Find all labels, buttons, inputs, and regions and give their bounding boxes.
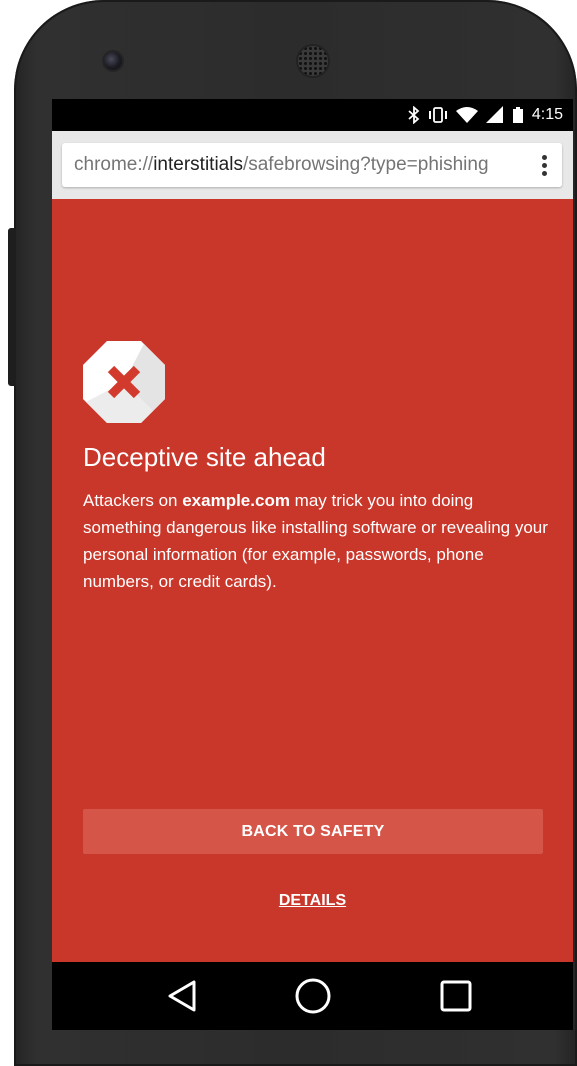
phone-screen: 4:15 chrome://interstitials/safebrowsing… (52, 99, 573, 1030)
status-time: 4:15 (531, 106, 563, 123)
details-link[interactable]: DETAILS (52, 892, 573, 910)
navigation-bar (52, 962, 573, 1030)
warning-domain: example.com (182, 491, 290, 510)
bluetooth-icon (408, 106, 420, 124)
signal-icon (485, 106, 504, 124)
vibrate-icon (428, 106, 448, 124)
warning-text-prefix: Attackers on (83, 491, 183, 510)
url-path: /safebrowsing?type=phishing (242, 154, 489, 175)
front-camera (104, 52, 122, 70)
url-host: interstitials (153, 154, 243, 175)
toolbar: chrome://interstitials/safebrowsing?type… (52, 131, 573, 199)
side-volume-button (8, 228, 16, 386)
warning-message: Attackers on example.com may trick you i… (83, 487, 553, 595)
earpiece-speaker (298, 46, 328, 76)
omnibox[interactable]: chrome://interstitials/safebrowsing?type… (62, 143, 562, 187)
url-text[interactable]: chrome://interstitials/safebrowsing?type… (74, 143, 514, 187)
status-bar: 4:15 (52, 99, 573, 131)
back-icon[interactable] (162, 976, 202, 1016)
recents-icon[interactable] (436, 976, 476, 1016)
battery-icon (512, 106, 524, 124)
error-x-icon (83, 341, 165, 423)
overflow-menu-icon[interactable] (526, 143, 562, 187)
wifi-icon (455, 106, 478, 124)
interstitial-page: Deceptive site ahead Attackers on exampl… (52, 199, 573, 962)
phone-frame: 4:15 chrome://interstitials/safebrowsing… (14, 0, 577, 1066)
back-to-safety-button[interactable]: BACK TO SAFETY (83, 809, 543, 854)
page-heading: Deceptive site ahead (83, 442, 326, 472)
home-icon[interactable] (293, 976, 333, 1016)
url-scheme: chrome:// (74, 154, 154, 175)
